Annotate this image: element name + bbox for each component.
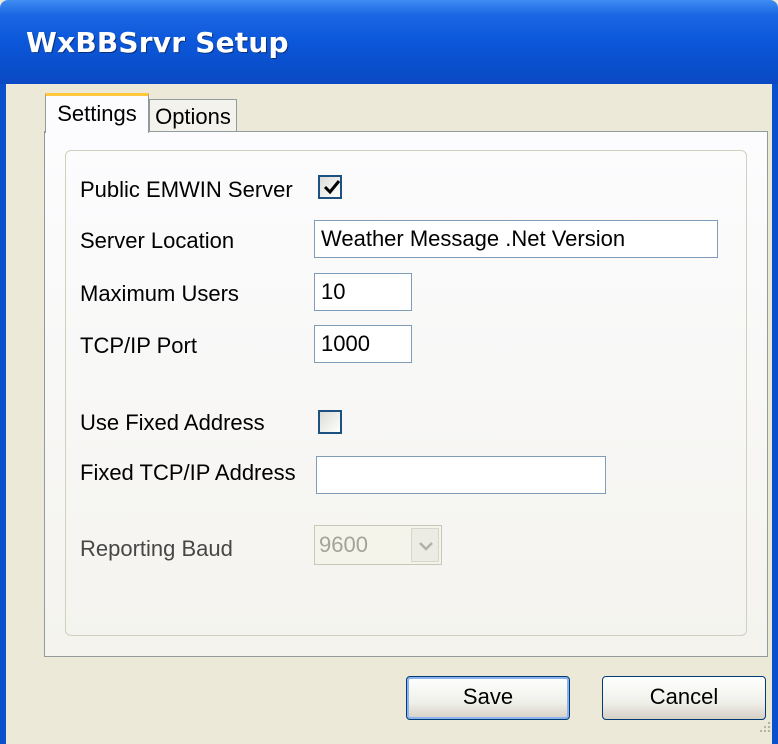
- window-frame-left: [0, 84, 6, 744]
- tcp-port-input[interactable]: 1000: [314, 325, 412, 363]
- window-title: WxBBSrvr Setup: [26, 26, 289, 59]
- maximum-users-label: Maximum Users: [80, 281, 239, 306]
- tab-options[interactable]: Options: [149, 99, 237, 131]
- title-bar[interactable]: WxBBSrvr Setup: [0, 0, 778, 84]
- save-button[interactable]: Save: [406, 676, 570, 720]
- use-fixed-address-label: Use Fixed Address: [80, 410, 265, 435]
- tab-settings-label: Settings: [57, 101, 137, 126]
- tab-options-label: Options: [155, 104, 231, 129]
- reporting-baud-value: 9600: [319, 532, 368, 557]
- settings-tab-panel: [44, 131, 768, 657]
- fixed-address-label: Fixed TCP/IP Address: [80, 460, 296, 485]
- tcp-port-label: TCP/IP Port: [80, 333, 197, 358]
- reporting-baud-select[interactable]: 9600: [314, 525, 442, 565]
- public-emwin-checkbox[interactable]: [318, 175, 342, 199]
- server-location-label: Server Location: [80, 228, 235, 253]
- resize-grip-icon[interactable]: [756, 720, 772, 736]
- fixed-address-input[interactable]: [316, 456, 606, 494]
- cancel-button[interactable]: Cancel: [602, 676, 766, 720]
- use-fixed-address-checkbox[interactable]: [318, 410, 342, 434]
- reporting-baud-dropdown-button[interactable]: [411, 528, 439, 562]
- tab-settings[interactable]: Settings: [45, 93, 149, 133]
- reporting-baud-label: Reporting Baud: [80, 536, 233, 561]
- window-frame-right: [772, 84, 778, 744]
- setup-dialog: WxBBSrvr Setup Settings Options Public E…: [0, 0, 778, 744]
- server-location-input[interactable]: Weather Message .Net Version: [314, 220, 718, 258]
- public-emwin-label: Public EMWIN Server: [80, 177, 293, 202]
- maximum-users-input[interactable]: 10: [314, 273, 412, 311]
- chevron-down-icon: [419, 542, 433, 551]
